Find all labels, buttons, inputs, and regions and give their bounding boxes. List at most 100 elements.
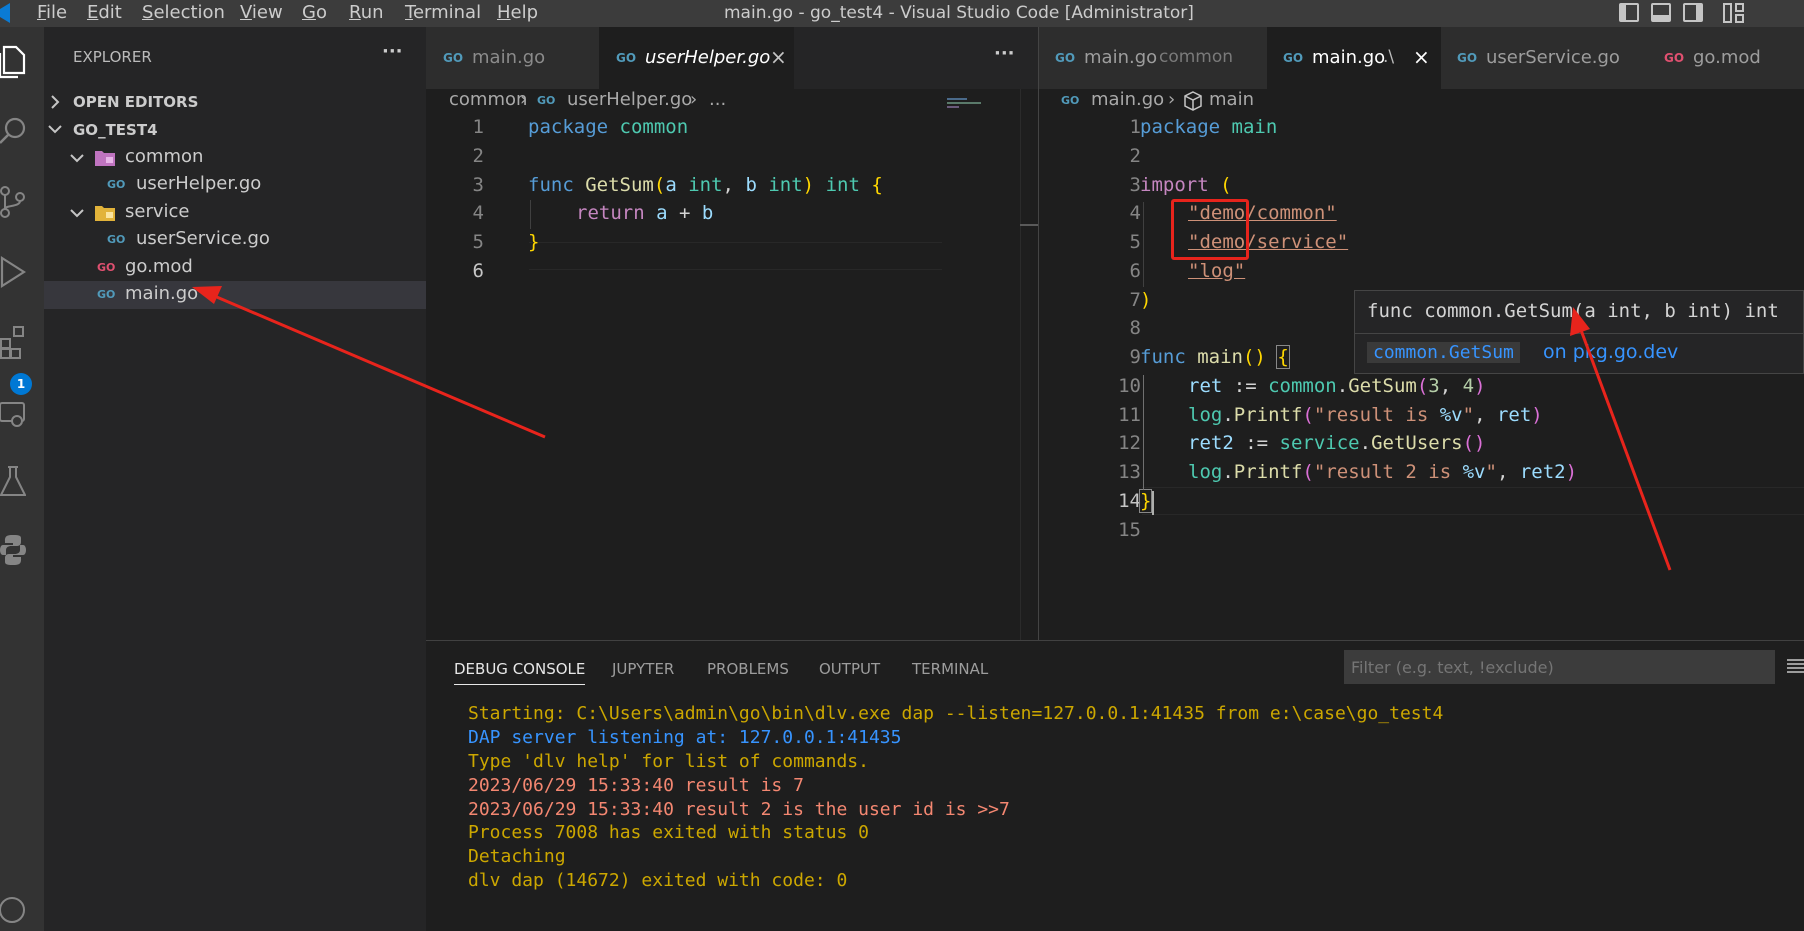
python-icon[interactable] [0, 533, 26, 565]
code-line: log.Printf("result 2 is %v", ret2) [1188, 461, 1578, 483]
breadcrumb-file[interactable]: main.go [1091, 89, 1164, 110]
tab-debug-console[interactable]: DEBUG CONSOLE [454, 660, 586, 685]
console-filter-input[interactable] [1344, 650, 1775, 684]
menu-file[interactable]: File [37, 2, 67, 23]
breadcrumb-symbol[interactable]: main [1209, 89, 1254, 110]
tab-userservice-go[interactable]: GO userService.go [1441, 27, 1648, 89]
tree-label: go.mod [125, 256, 193, 277]
line-number: 3 [472, 174, 484, 196]
tree-file-userservice[interactable]: GO userService.go [44, 226, 426, 254]
go-file-icon: GO [1061, 94, 1080, 107]
current-line-highlight [529, 242, 942, 270]
tree-folder-common[interactable]: common [44, 144, 426, 172]
menu-go[interactable]: Go [302, 2, 327, 23]
line-number: 2 [472, 145, 484, 167]
tab-problems[interactable]: PROBLEMS [707, 660, 789, 678]
line-number: 4 [472, 202, 484, 224]
indent-guide [530, 200, 531, 229]
menu-terminal[interactable]: Terminal [405, 2, 481, 23]
tab-userhelper-go[interactable]: GO userHelper.go × [599, 27, 794, 89]
line-number: 1 [1129, 116, 1141, 138]
hover-pkg-link[interactable]: on pkg.go.dev [1543, 341, 1678, 363]
toggle-panel-icon[interactable] [1651, 3, 1671, 22]
toggle-secondary-sidebar-icon[interactable] [1683, 3, 1703, 22]
line-number: 6 [1129, 260, 1141, 282]
code-line: ret2 := service.GetUsers() [1188, 432, 1486, 454]
go-file-icon: GO [616, 51, 637, 65]
symbol-method-icon [1184, 91, 1202, 111]
extensions-icon[interactable] [0, 325, 26, 359]
console-line: Process 7008 has exited with status 0 [468, 822, 869, 843]
explorer-more-icon[interactable]: ··· [382, 41, 403, 62]
account-icon[interactable] [0, 893, 26, 925]
console-line: Starting: C:\Users\admin\go\bin\dlv.exe … [468, 703, 1444, 724]
menu-selection[interactable]: Selection [142, 2, 225, 23]
close-icon[interactable]: × [1413, 45, 1430, 69]
menu-help[interactable]: Help [497, 2, 538, 23]
tree-file-main[interactable]: GO main.go [44, 281, 426, 309]
tree-label: common [125, 146, 204, 167]
tab-main-go-active[interactable]: GO main.go .\ × [1267, 27, 1441, 89]
breadcrumb-separator: › [1168, 89, 1176, 110]
tab-go-mod[interactable]: GO go.mod [1648, 27, 1804, 89]
editor-more-icon[interactable]: ··· [994, 43, 1015, 64]
menu-edit[interactable]: Edit [87, 2, 122, 23]
line-number: 12 [1118, 432, 1141, 454]
run-debug-icon[interactable] [0, 255, 27, 289]
go-mod-icon: GO [1664, 51, 1685, 65]
code-line: } [528, 231, 540, 253]
list-view-icon[interactable] [1787, 659, 1804, 673]
hover-divider [1355, 333, 1804, 334]
left-tab-bar: GO main.go GO userHelper.go × ··· [426, 27, 1038, 89]
code-line: return a + b [576, 202, 714, 224]
code-line: ret := common.GetSum(3, 4) [1188, 375, 1486, 397]
line-number: 3 [1129, 174, 1141, 196]
menu-view[interactable]: View [240, 2, 283, 23]
line-number: 8 [1129, 317, 1141, 339]
code-line: package common [528, 116, 689, 138]
window-title: main.go - go_test4 - Visual Studio Code … [724, 3, 1194, 23]
line-number: 10 [1118, 375, 1141, 397]
go-file-icon: GO [97, 288, 116, 301]
explorer-icon[interactable] [0, 45, 26, 79]
go-file-icon: GO [443, 51, 464, 65]
open-editors-section[interactable]: OPEN EDITORS [44, 87, 426, 115]
hover-code-link[interactable]: common.GetSum [1367, 342, 1520, 363]
tab-jupyter[interactable]: JUPYTER [612, 660, 674, 678]
minimap[interactable] [947, 98, 981, 108]
tree-label: service [125, 201, 190, 222]
tab-output[interactable]: OUTPUT [819, 660, 880, 678]
chevron-right-icon [51, 95, 60, 109]
breadcrumb-file[interactable]: userHelper.go [567, 89, 692, 110]
breadcrumb-symbol[interactable]: ... [709, 89, 726, 110]
hover-signature: func common.GetSum(a int, b int) int [1367, 300, 1779, 322]
breadcrumb-folder[interactable]: common [449, 89, 527, 110]
code-line: } [1138, 489, 1153, 513]
folder-icon [95, 151, 115, 166]
tab-main-go-common[interactable]: GO main.go common [1039, 27, 1267, 89]
tab-label: main.go [1312, 47, 1386, 68]
source-control-icon[interactable] [0, 185, 26, 218]
menu-run[interactable]: Run [349, 2, 384, 23]
indent-guide-active [1143, 375, 1144, 490]
current-line-highlight [1142, 487, 1804, 515]
tree-folder-service[interactable]: service [44, 199, 426, 227]
toggle-sidebar-icon[interactable] [1619, 3, 1639, 22]
tab-main-go-left[interactable]: GO main.go [426, 27, 599, 89]
search-icon[interactable] [0, 115, 26, 147]
left-editor[interactable]: common › GO userHelper.go › ... 1 2 3 4 … [426, 89, 1038, 640]
line-number: 4 [1129, 202, 1141, 224]
tree-file-userhelper[interactable]: GO userHelper.go [44, 171, 426, 199]
remote-explorer-icon[interactable] [0, 397, 26, 429]
project-root[interactable]: GO_TEST4 [44, 115, 426, 143]
left-scrollbar[interactable] [1020, 89, 1038, 640]
code-line: "log" [1188, 260, 1246, 282]
chevron-down-icon [70, 209, 84, 218]
tree-file-gomod[interactable]: GO go.mod [44, 254, 426, 282]
tab-terminal[interactable]: TERMINAL [912, 660, 988, 678]
close-icon[interactable]: × [770, 45, 787, 69]
line-number: 5 [1129, 231, 1141, 253]
go-file-icon: GO [1055, 51, 1076, 65]
customize-layout-icon[interactable] [1723, 3, 1745, 23]
testing-icon[interactable] [0, 465, 27, 497]
